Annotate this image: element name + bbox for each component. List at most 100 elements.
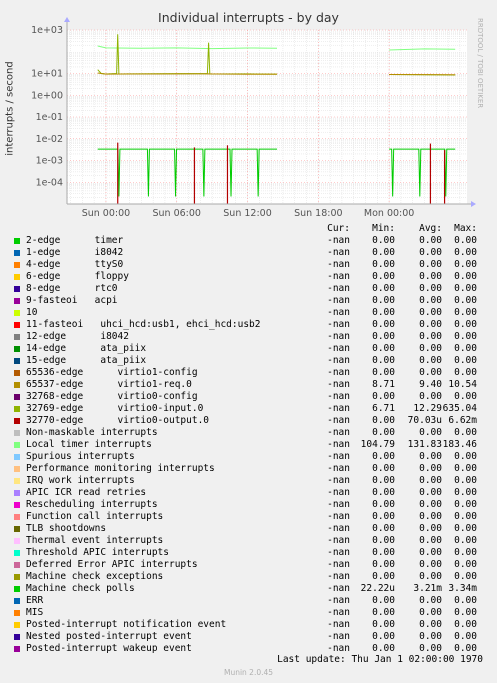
legend-avg: 0.00 xyxy=(419,523,442,534)
legend-name: TLB shootdowns xyxy=(26,523,107,534)
legend-min: 0.00 xyxy=(372,367,395,378)
legend-min: 0.00 xyxy=(372,547,395,558)
legend-min: 0.00 xyxy=(372,331,395,342)
legend-min: 8.71 xyxy=(372,379,395,390)
legend-row: Deferred Error APIC interrupts -nan 0.00 0.… xyxy=(0,559,497,571)
legend-row: 8-edge rtc0 -nan 0.00 0.00 0.00 xyxy=(0,283,497,295)
legend-row: 32770-edge virtio0-output.0 -nan 0.00 70.03… xyxy=(0,415,497,427)
legend-swatch xyxy=(14,418,20,424)
legend-max: 0.00 xyxy=(454,511,477,522)
legend-swatch xyxy=(14,490,20,496)
legend-avg: 0.00 xyxy=(419,307,442,318)
legend-row: 65536-edge virtio1-config -nan 0.00 0.00 0.0… xyxy=(0,367,497,379)
legend-min: 0.00 xyxy=(372,535,395,546)
legend-max: 0.00 xyxy=(454,619,477,630)
legend-min: 0.00 xyxy=(372,631,395,642)
legend-name: APIC ICR read retries xyxy=(26,487,147,498)
legend-max: 0.00 xyxy=(454,319,477,330)
legend-name: 32768-edge virtio0-config xyxy=(26,391,198,402)
legend-max: 0.00 xyxy=(454,355,477,366)
legend-swatch xyxy=(14,538,20,544)
legend-max: 0.00 xyxy=(454,367,477,378)
legend-min: 0.00 xyxy=(372,283,395,294)
legend-avg: 0.00 xyxy=(419,475,442,486)
legend-row: Function call interrupts -nan 0.00 0.00 0.00 xyxy=(0,511,497,523)
legend-row: 1-edge i8042 -nan 0.00 0.00 0.00 xyxy=(0,247,497,259)
legend-avg: 0.00 xyxy=(419,499,442,510)
legend-max: 0.00 xyxy=(454,427,477,438)
legend-min: 0.00 xyxy=(372,463,395,474)
legend-swatch xyxy=(14,550,20,556)
legend-row: IRQ work interrupts -nan 0.00 0.00 0.00 xyxy=(0,475,497,487)
legend-swatch xyxy=(14,562,20,568)
legend-cur: -nan xyxy=(327,391,350,402)
legend-max: 0.00 xyxy=(454,595,477,606)
legend-header-min: Min: xyxy=(372,223,395,234)
legend-row: Thermal event interrupts -nan 0.00 0.00 0.00 xyxy=(0,535,497,547)
legend-min: 0.00 xyxy=(372,247,395,258)
legend-max: 0.00 xyxy=(454,295,477,306)
legend-row: Local timer interrupts -nan 104.79 131.83 18… xyxy=(0,439,497,451)
y-tick-label: 1e+00 xyxy=(31,90,63,101)
legend-cur: -nan xyxy=(327,415,350,426)
x-tick-label: Mon 00:00 xyxy=(364,208,414,219)
legend-swatch xyxy=(14,370,20,376)
legend-row: Machine check exceptions -nan 0.00 0.00 0.00 xyxy=(0,571,497,583)
legend-max: 0.00 xyxy=(454,331,477,342)
legend-swatch xyxy=(14,406,20,412)
legend-avg: 9.40 xyxy=(419,379,442,390)
legend-swatch xyxy=(14,262,20,268)
legend-avg: 0.00 xyxy=(419,367,442,378)
legend-max: 183.46 xyxy=(442,439,477,450)
legend-cur: -nan xyxy=(327,547,350,558)
legend-cur: -nan xyxy=(327,583,350,594)
legend-avg: 0.00 xyxy=(419,295,442,306)
legend-min: 0.00 xyxy=(372,451,395,462)
legend-name: 1-edge i8042 xyxy=(26,247,124,258)
legend-max: 0.00 xyxy=(454,547,477,558)
legend-header-max: Max: xyxy=(454,223,477,234)
x-tick-label: Sun 12:00 xyxy=(223,208,271,219)
legend-avg: 0.00 xyxy=(419,259,442,270)
legend-row: Spurious interrupts -nan 0.00 0.00 0.00 xyxy=(0,451,497,463)
legend-min: 0.00 xyxy=(372,343,395,354)
legend-swatch xyxy=(14,514,20,520)
legend-avg: 0.00 xyxy=(419,283,442,294)
legend-name: IRQ work interrupts xyxy=(26,475,135,486)
legend-avg: 0.00 xyxy=(419,271,442,282)
legend-swatch xyxy=(14,238,20,244)
legend-cur: -nan xyxy=(327,559,350,570)
legend-cur: -nan xyxy=(327,511,350,522)
legend-min: 0.00 xyxy=(372,523,395,534)
legend-name: 11-fasteoi uhci_hcd:usb1, ehci_hcd:usb2 xyxy=(26,319,261,330)
legend-cur: -nan xyxy=(327,379,350,390)
legend-swatch xyxy=(14,334,20,340)
legend-max: 0.00 xyxy=(454,247,477,258)
legend-cur: -nan xyxy=(327,451,350,462)
legend-min: 0.00 xyxy=(372,355,395,366)
legend-swatch xyxy=(14,634,20,640)
legend-max: 0.00 xyxy=(454,271,477,282)
y-tick-label: 1e-03 xyxy=(36,156,63,167)
legend-min: 0.00 xyxy=(372,415,395,426)
legend-cur: -nan xyxy=(327,403,350,414)
legend-avg: 0.00 xyxy=(419,235,442,246)
legend-cur: -nan xyxy=(327,631,350,642)
legend-name: Nested posted-interrupt event xyxy=(26,631,192,642)
legend-name: Spurious interrupts xyxy=(26,451,135,462)
legend-max: 0.00 xyxy=(454,475,477,486)
legend-cur: -nan xyxy=(327,571,350,582)
legend-row: Machine check polls -nan 22.22u 3.21m 3.34m xyxy=(0,583,497,595)
legend-avg: 0.00 xyxy=(419,487,442,498)
legend-max: 0.00 xyxy=(454,499,477,510)
legend-cur: -nan xyxy=(327,343,350,354)
legend-avg: 0.00 xyxy=(419,547,442,558)
x-tick-label: Sun 06:00 xyxy=(152,208,200,219)
legend-name: 65537-edge virtio1-req.0 xyxy=(26,379,192,390)
legend-row: 32769-edge virtio0-input.0 -nan 6.71 12.29 6… xyxy=(0,403,497,415)
legend-min: 0.00 xyxy=(372,595,395,606)
legend-max: 3.34m xyxy=(448,583,477,594)
legend-row: Non-maskable interrupts -nan 0.00 0.00 0.00 xyxy=(0,427,497,439)
legend-header-cur: Cur: xyxy=(327,223,350,234)
legend-max: 10.54 xyxy=(448,379,477,390)
